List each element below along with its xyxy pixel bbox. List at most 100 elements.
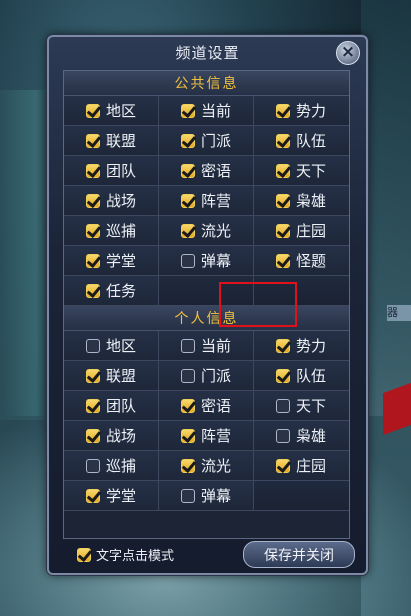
channel-option[interactable]: 巡捕 [64,451,159,481]
channel-option[interactable]: 团队 [64,156,159,186]
channel-option[interactable]: 地区 [64,331,159,361]
channel-settings-dialog: 频道设置 × 公共信息 地区 当前 势力 联盟 门派 队伍 团队 密语 天下 战场 阵营 枭雄 巡捕 流光… [47,35,368,575]
channel-option-label: 队伍 [296,367,327,385]
channel-option[interactable]: 门派 [159,126,254,156]
checked-checkbox-icon[interactable] [181,133,195,148]
channel-option[interactable]: 战场 [64,186,159,216]
channel-option[interactable]: 密语 [159,156,254,186]
checked-checkbox-icon[interactable] [276,368,290,383]
checked-checkbox-icon[interactable] [276,338,290,353]
channel-option-label: 枭雄 [296,192,327,210]
channel-option[interactable]: 流光 [159,216,254,246]
checked-checkbox-icon[interactable] [276,103,290,118]
unchecked-checkbox-icon[interactable] [181,488,195,503]
unchecked-checkbox-icon[interactable] [86,338,100,353]
channel-option[interactable]: 怪题 [254,246,349,276]
unchecked-checkbox-icon[interactable] [276,398,290,413]
unchecked-checkbox-icon[interactable] [276,428,290,443]
channel-option[interactable]: 密语 [159,391,254,421]
empty-cell [254,481,349,511]
channel-option[interactable]: 团队 [64,391,159,421]
channel-option[interactable]: 当前 [159,96,254,126]
channel-option-label: 门派 [201,132,232,150]
checked-checkbox-icon[interactable] [181,163,195,178]
checked-checkbox-icon[interactable] [86,428,100,443]
checked-checkbox-icon[interactable] [86,253,100,268]
channel-option[interactable]: 枭雄 [254,186,349,216]
channel-option[interactable]: 联盟 [64,126,159,156]
checked-checkbox-icon[interactable] [276,458,290,473]
channel-option[interactable]: 枭雄 [254,421,349,451]
channel-option-label: 联盟 [106,367,137,385]
channel-option-label: 当前 [201,337,232,355]
background-tag: 器 [387,305,411,321]
channel-option-label: 天下 [296,162,327,180]
channel-option[interactable]: 巡捕 [64,216,159,246]
save-and-close-button[interactable]: 保存并关闭 [243,541,355,568]
checked-checkbox-icon[interactable] [276,223,290,238]
channel-option[interactable]: 弹幕 [159,481,254,511]
checked-checkbox-icon[interactable] [276,163,290,178]
channel-option-label: 阵营 [201,192,232,210]
channel-option[interactable]: 势力 [254,331,349,361]
channel-option[interactable]: 弹幕 [159,246,254,276]
personal-channel-grid: 地区 当前 势力联盟 门派 队伍团队 密语 天下战场 阵营 枭雄巡捕 流光 庄园学堂 弹幕 [64,331,349,511]
channel-option[interactable]: 庄园 [254,216,349,246]
text-click-mode-label: 文字点击模式 [96,549,175,564]
channel-option[interactable]: 流光 [159,451,254,481]
channel-option[interactable]: 学堂 [64,246,159,276]
unchecked-checkbox-icon[interactable] [181,338,195,353]
channel-option[interactable]: 联盟 [64,361,159,391]
checked-checkbox-icon[interactable] [86,223,100,238]
checked-checkbox-icon[interactable] [181,398,195,413]
unchecked-checkbox-icon[interactable] [181,253,195,268]
channel-option[interactable]: 庄园 [254,451,349,481]
channel-option-label: 地区 [106,102,137,120]
channel-option[interactable]: 队伍 [254,126,349,156]
checked-checkbox-icon[interactable] [181,193,195,208]
public-section-title: 公共信息 [174,76,239,92]
unchecked-checkbox-icon[interactable] [86,458,100,473]
channel-option[interactable]: 地区 [64,96,159,126]
channel-option-label: 弹幕 [201,487,232,505]
checked-checkbox-icon[interactable] [276,133,290,148]
channel-option-label: 天下 [296,397,327,415]
checked-checkbox-icon[interactable] [181,223,195,238]
channel-option[interactable]: 势力 [254,96,349,126]
channel-option-label: 势力 [296,337,327,355]
checked-checkbox-icon[interactable] [181,428,195,443]
checked-checkbox-icon[interactable] [276,193,290,208]
channel-option-label: 密语 [201,162,232,180]
channel-option[interactable]: 战场 [64,421,159,451]
checked-checkbox-icon[interactable] [86,103,100,118]
channel-option-label: 阵营 [201,427,232,445]
checked-checkbox-icon[interactable] [276,253,290,268]
checked-checkbox-icon[interactable] [181,458,195,473]
checked-checkbox-icon[interactable] [86,488,100,503]
channel-option-label: 学堂 [106,487,137,505]
checked-checkbox-icon[interactable] [86,133,100,148]
title-bar: 频道设置 × [49,37,366,67]
unchecked-checkbox-icon[interactable] [181,368,195,383]
channel-option[interactable]: 阵营 [159,421,254,451]
checked-checkbox-icon[interactable] [86,283,100,298]
checked-checkbox-icon[interactable] [86,193,100,208]
channel-option[interactable]: 学堂 [64,481,159,511]
channel-option-label: 枭雄 [296,427,327,445]
text-click-mode-toggle[interactable]: 文字点击模式 [77,545,174,564]
channel-option[interactable]: 队伍 [254,361,349,391]
channel-option[interactable]: 天下 [254,391,349,421]
checked-checkbox-icon[interactable] [86,163,100,178]
channel-option[interactable]: 任务 [64,276,159,306]
public-section-header: 公共信息 [64,71,349,96]
checked-checkbox-icon[interactable] [77,547,91,562]
channel-option[interactable]: 天下 [254,156,349,186]
channel-option[interactable]: 阵营 [159,186,254,216]
channel-option[interactable]: 门派 [159,361,254,391]
checked-checkbox-icon[interactable] [86,368,100,383]
close-button[interactable]: × [336,41,360,65]
channel-option[interactable]: 当前 [159,331,254,361]
highlight-box [219,282,297,327]
checked-checkbox-icon[interactable] [181,103,195,118]
checked-checkbox-icon[interactable] [86,398,100,413]
